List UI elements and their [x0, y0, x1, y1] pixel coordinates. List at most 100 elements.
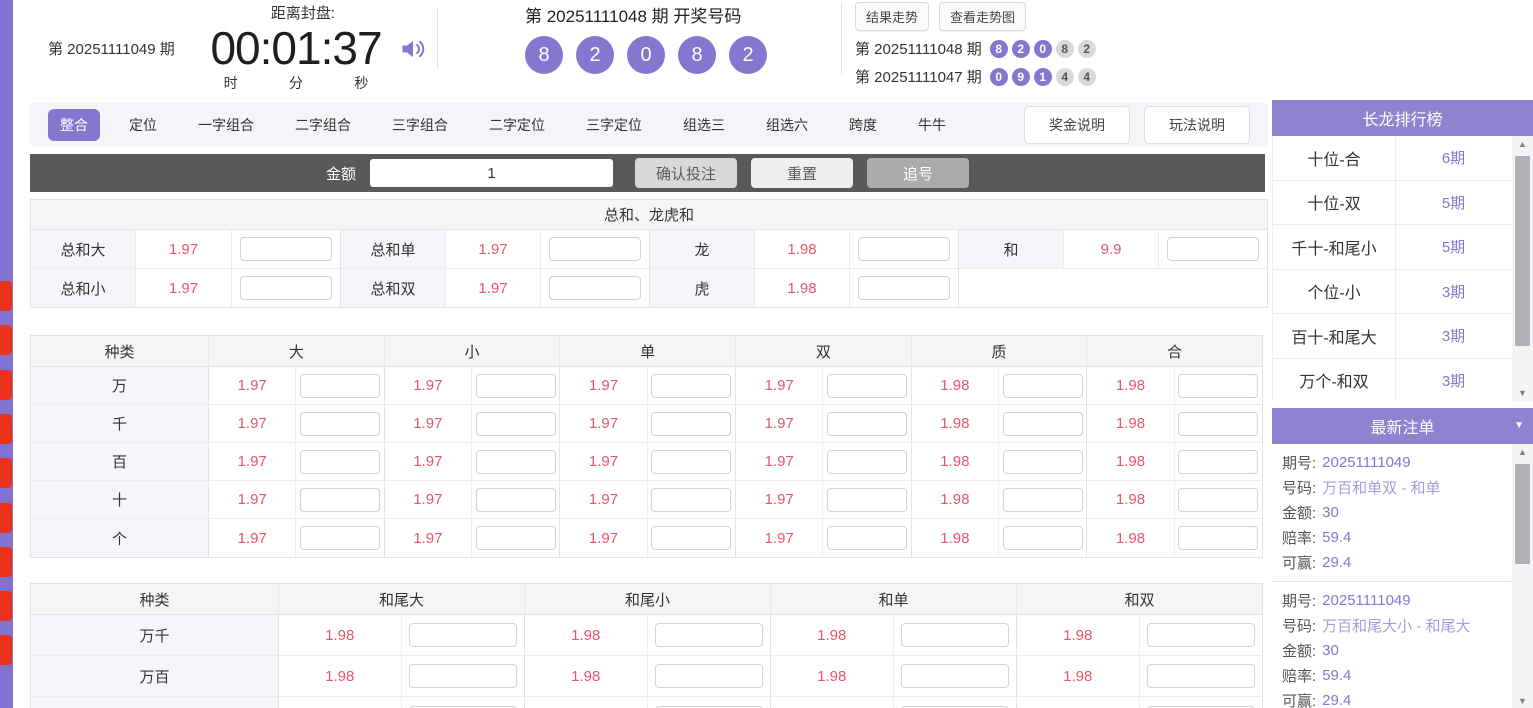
tab-一字组合[interactable]: 一字组合 — [186, 109, 266, 141]
bet-amount-input[interactable] — [827, 526, 907, 550]
bet-amount-input[interactable] — [409, 623, 517, 647]
sum-bet-group: 龙1.98 — [649, 230, 958, 268]
bet-amount-input[interactable] — [549, 276, 641, 300]
prize-info-button[interactable]: 奖金说明 — [1024, 106, 1130, 144]
tab-组选三[interactable]: 组选三 — [671, 109, 737, 141]
scroll-thumb[interactable] — [1515, 464, 1530, 564]
view-trend-chart-button[interactable]: 查看走势图 — [939, 2, 1026, 31]
bet-amount-input[interactable] — [476, 450, 556, 474]
scroll-up-icon[interactable]: ▲ — [1518, 136, 1527, 152]
orders-scrollbar[interactable]: ▲ ▼ — [1512, 444, 1533, 708]
chase-number-button[interactable]: 追号 — [867, 158, 969, 188]
header-divider — [841, 2, 842, 74]
bet-amount-input[interactable] — [651, 450, 731, 474]
scroll-down-icon[interactable]: ▼ — [1518, 693, 1527, 708]
bet-amount-input[interactable] — [1178, 412, 1258, 436]
reset-button[interactable]: 重置 — [751, 158, 853, 188]
bet-amount-input[interactable] — [240, 276, 332, 300]
bet-label: 总和单 — [341, 230, 446, 268]
bet-amount-input[interactable] — [858, 276, 950, 300]
bet-amount-input[interactable] — [651, 412, 731, 436]
bet-amount-input[interactable] — [240, 237, 332, 261]
sum-bet-group: 总和大1.97 — [31, 230, 340, 268]
bet-input-cell — [1175, 481, 1262, 518]
column-header: 种类 — [31, 584, 278, 614]
bet-amount-input[interactable] — [1178, 488, 1258, 512]
scroll-down-icon[interactable]: ▼ — [1518, 385, 1527, 401]
bet-amount-input[interactable] — [409, 664, 517, 688]
tab-组选六[interactable]: 组选六 — [754, 109, 820, 141]
bet-amount-input[interactable] — [1003, 412, 1083, 436]
streak-item: 个位-小3期 — [1273, 270, 1511, 315]
bet-odds: 1.98 — [771, 697, 894, 708]
bet-amount-input[interactable] — [1003, 488, 1083, 512]
bet-amount-input[interactable] — [827, 488, 907, 512]
order-field: 期号:20251111049 — [1282, 588, 1511, 613]
bet-pair: 1.98 — [1086, 443, 1262, 480]
tab-三字定位[interactable]: 三字定位 — [574, 109, 654, 141]
bet-pair: 1.97 — [384, 443, 560, 480]
amount-input[interactable] — [370, 159, 613, 187]
bet-amount-input[interactable] — [827, 412, 907, 436]
tab-三字组合[interactable]: 三字组合 — [380, 109, 460, 141]
bet-amount-input[interactable] — [827, 450, 907, 474]
bet-input-cell — [850, 269, 958, 307]
order-field: 期号:20251111049 — [1282, 450, 1511, 475]
tab-二字组合[interactable]: 二字组合 — [283, 109, 363, 141]
bet-amount-input[interactable] — [651, 526, 731, 550]
left-strip-marker — [0, 414, 12, 444]
bet-amount-input[interactable] — [1178, 374, 1258, 398]
bet-amount-input[interactable] — [476, 412, 556, 436]
streak-item: 千十-和尾小5期 — [1273, 225, 1511, 270]
bet-amount-input[interactable] — [651, 488, 731, 512]
bet-amount-input[interactable] — [300, 374, 380, 398]
column-header: 和尾大 — [278, 584, 524, 614]
bet-amount-input[interactable] — [1178, 450, 1258, 474]
bet-amount-input[interactable] — [549, 237, 641, 261]
result-trend-button[interactable]: 结果走势 — [855, 2, 929, 31]
bet-pair: 1.98 — [911, 481, 1087, 518]
draw-ball: 8 — [525, 36, 563, 74]
row-label: 万千 — [31, 615, 278, 655]
confirm-bet-button[interactable]: 确认投注 — [635, 158, 737, 188]
bet-amount-input[interactable] — [901, 664, 1009, 688]
order-field-label: 金额: — [1282, 502, 1316, 523]
bet-amount-input[interactable] — [476, 488, 556, 512]
chevron-down-icon[interactable]: ▼ — [1514, 420, 1524, 431]
bet-amount-input[interactable] — [655, 623, 763, 647]
bet-amount-input[interactable] — [858, 237, 950, 261]
bet-amount-input[interactable] — [1167, 237, 1259, 261]
tab-整合[interactable]: 整合 — [48, 109, 100, 141]
bet-amount-input[interactable] — [300, 412, 380, 436]
scroll-thumb[interactable] — [1515, 156, 1530, 346]
bet-amount-input[interactable] — [476, 526, 556, 550]
history-ball: 4 — [1078, 68, 1096, 86]
speaker-icon[interactable] — [398, 35, 428, 68]
row-label: 个 — [31, 519, 208, 557]
scroll-up-icon[interactable]: ▲ — [1518, 444, 1527, 460]
bet-input-cell — [472, 405, 559, 442]
tab-定位[interactable]: 定位 — [117, 109, 169, 141]
bet-amount-input[interactable] — [476, 374, 556, 398]
streak-scrollbar[interactable]: ▲ ▼ — [1512, 136, 1533, 401]
play-tabs-strip: 整合定位一字组合二字组合三字组合二字定位三字定位组选三组选六跨度牛牛 奖金说明 … — [30, 103, 1268, 147]
bet-amount-input[interactable] — [1178, 526, 1258, 550]
bet-amount-input[interactable] — [1003, 450, 1083, 474]
tab-二字定位[interactable]: 二字定位 — [477, 109, 557, 141]
bet-amount-input[interactable] — [1003, 526, 1083, 550]
bet-amount-input[interactable] — [300, 488, 380, 512]
bet-amount-input[interactable] — [901, 623, 1009, 647]
bet-amount-input[interactable] — [655, 664, 763, 688]
bet-amount-input[interactable] — [300, 450, 380, 474]
bet-amount-input[interactable] — [1147, 623, 1255, 647]
bet-amount-input[interactable] — [651, 374, 731, 398]
bet-amount-input[interactable] — [1003, 374, 1083, 398]
tab-跨度[interactable]: 跨度 — [837, 109, 889, 141]
bet-input-cell — [823, 481, 910, 518]
rules-info-button[interactable]: 玩法说明 — [1144, 106, 1250, 144]
bet-amount-input[interactable] — [1147, 664, 1255, 688]
bet-amount-input[interactable] — [300, 526, 380, 550]
order-field-label: 赔率: — [1282, 527, 1316, 548]
tab-牛牛[interactable]: 牛牛 — [906, 109, 958, 141]
bet-amount-input[interactable] — [827, 374, 907, 398]
